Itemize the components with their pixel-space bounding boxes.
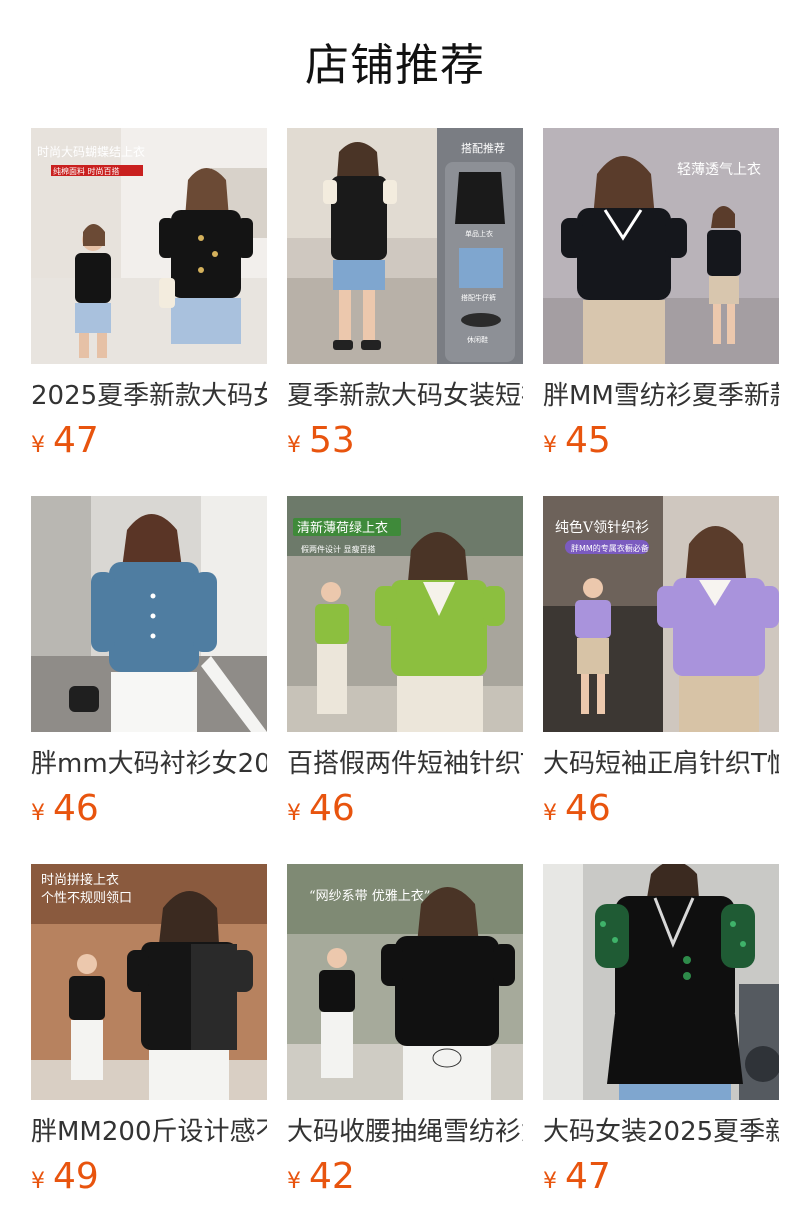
product-name[interactable]: 胖MM200斤设计感不规则 [31, 1115, 267, 1149]
product-price: 46 [53, 788, 99, 829]
product-image[interactable]: 时尚大码蝴蝶结上衣 纯棉面料 时尚百搭 [31, 128, 267, 364]
price-row: ¥ 45 [543, 419, 779, 463]
price-row: ¥ 47 [31, 419, 267, 463]
currency-symbol: ¥ [31, 433, 45, 458]
image-headline: 时尚大码蝴蝶结上衣 [37, 144, 145, 159]
product-price: 47 [565, 1156, 611, 1197]
product-card[interactable]: 胖mm大码衬衫女2025 ¥ 46 [31, 496, 267, 829]
product-card[interactable]: 纯色V领针织衫 胖MM的专属衣橱必备 大码短袖正肩针织T恤 ¥ 46 [543, 496, 779, 829]
product-card[interactable]: 清新薄荷绿上衣 假两件设计 显瘦百搭 百搭假两件短袖针织T恤 ¥ 46 [287, 496, 523, 829]
product-image[interactable]: “网纱系带 优雅上衣” [287, 864, 523, 1100]
currency-symbol: ¥ [543, 1169, 557, 1194]
product-name[interactable]: 胖MM雪纺衫夏季新款 [543, 379, 779, 413]
price-row: ¥ 42 [287, 1155, 523, 1199]
image-tag: 纯棉面料 时尚百搭 [53, 166, 120, 176]
product-price: 46 [565, 788, 611, 829]
product-image[interactable]: 时尚拼接上衣 个性不规则领口 [31, 864, 267, 1100]
product-image[interactable]: 纯色V领针织衫 胖MM的专属衣橱必备 [543, 496, 779, 732]
currency-symbol: ¥ [543, 433, 557, 458]
image-label: 搭配牛仔裤 [461, 293, 496, 302]
product-name[interactable]: 百搭假两件短袖针织T恤 [287, 747, 523, 781]
product-image[interactable] [31, 496, 267, 732]
product-image[interactable] [543, 864, 779, 1100]
product-price: 42 [309, 1156, 355, 1197]
currency-symbol: ¥ [287, 1169, 301, 1194]
price-row: ¥ 47 [543, 1155, 779, 1199]
image-headline: 纯色V领针织衫 [555, 519, 649, 536]
product-name[interactable]: 2025夏季新款大码女 [31, 379, 267, 413]
image-headline: “网纱系带 优雅上衣” [309, 888, 430, 904]
image-tag: 个性不规则领口 [41, 891, 132, 906]
product-grid: 时尚大码蝴蝶结上衣 纯棉面料 时尚百搭 2025夏季新款大码女 ¥ 47 搭配推… [31, 128, 779, 1197]
image-headline: 清新薄荷绿上衣 [297, 520, 388, 536]
product-image[interactable]: 轻薄透气上衣 [543, 128, 779, 364]
product-price: 53 [309, 420, 355, 461]
product-price: 47 [53, 420, 99, 461]
page-title: 店铺推荐 [305, 40, 485, 91]
currency-symbol: ¥ [31, 1169, 45, 1194]
price-row: ¥ 53 [287, 419, 523, 463]
product-name[interactable]: 夏季新款大码女装短袖 [287, 379, 523, 413]
product-card[interactable]: 大码女装2025夏季新款 ¥ 47 [543, 864, 779, 1197]
product-price: 49 [53, 1156, 99, 1197]
image-headline: 轻薄透气上衣 [677, 162, 761, 178]
currency-symbol: ¥ [543, 801, 557, 826]
price-row: ¥ 49 [31, 1155, 267, 1199]
image-tag: 假两件设计 显瘦百搭 [301, 544, 376, 554]
product-name[interactable]: 胖mm大码衬衫女2025 [31, 747, 267, 781]
product-card[interactable]: 搭配推荐 单品上衣 搭配牛仔裤 休闲鞋 夏季新款大码女装短袖 ¥ 53 [287, 128, 523, 461]
product-card[interactable]: 时尚大码蝴蝶结上衣 纯棉面料 时尚百搭 2025夏季新款大码女 ¥ 47 [31, 128, 267, 461]
product-card[interactable]: “网纱系带 优雅上衣” 大码收腰抽绳雪纺衫女 ¥ 42 [287, 864, 523, 1197]
currency-symbol: ¥ [287, 433, 301, 458]
image-headline: 搭配推荐 [461, 141, 505, 155]
price-row: ¥ 46 [543, 787, 779, 831]
image-headline: 时尚拼接上衣 [41, 872, 119, 888]
product-card[interactable]: 时尚拼接上衣 个性不规则领口 胖MM200斤设计感不规则 ¥ 49 [31, 864, 267, 1197]
product-image[interactable]: 搭配推荐 单品上衣 搭配牛仔裤 休闲鞋 [287, 128, 523, 364]
image-label: 休闲鞋 [467, 335, 488, 344]
product-image[interactable]: 清新薄荷绿上衣 假两件设计 显瘦百搭 [287, 496, 523, 732]
product-name[interactable]: 大码收腰抽绳雪纺衫女 [287, 1115, 523, 1149]
currency-symbol: ¥ [287, 801, 301, 826]
price-row: ¥ 46 [31, 787, 267, 831]
product-price: 45 [565, 420, 611, 461]
price-row: ¥ 46 [287, 787, 523, 831]
product-name[interactable]: 大码女装2025夏季新款 [543, 1115, 779, 1149]
product-card[interactable]: 轻薄透气上衣 胖MM雪纺衫夏季新款 ¥ 45 [543, 128, 779, 461]
currency-symbol: ¥ [31, 801, 45, 826]
image-label: 单品上衣 [465, 229, 493, 238]
product-price: 46 [309, 788, 355, 829]
image-tag: 胖MM的专属衣橱必备 [571, 543, 649, 553]
product-name[interactable]: 大码短袖正肩针织T恤 [543, 747, 779, 781]
